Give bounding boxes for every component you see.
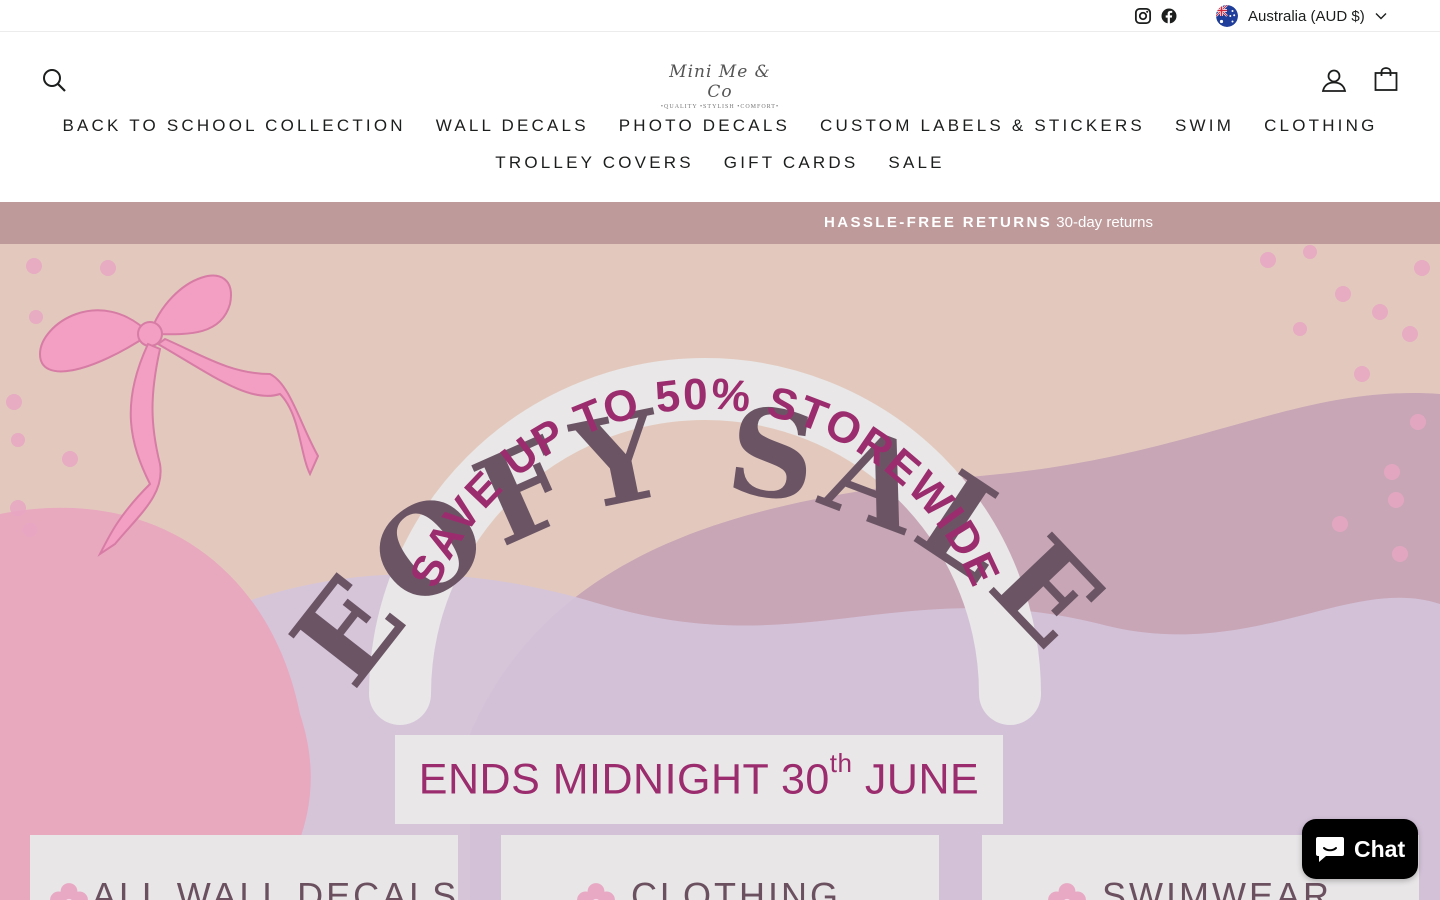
site-logo[interactable]: Mini Me & Co •QUALITY •STYLISH •COMFORT• bbox=[656, 62, 784, 110]
nav-item-swim[interactable]: SWIM bbox=[1160, 116, 1249, 136]
instagram-icon[interactable] bbox=[1134, 7, 1152, 25]
sale-end-text: ENDS MIDNIGHT 30th JUNE bbox=[418, 748, 980, 804]
facebook-icon[interactable] bbox=[1160, 7, 1178, 25]
category-card-wall-decals[interactable]: ALL WALL DECALS bbox=[30, 835, 458, 900]
logo-tagline: •QUALITY •STYLISH •COMFORT• bbox=[660, 104, 780, 110]
bag-icon[interactable] bbox=[1373, 66, 1399, 92]
chat-label: Chat bbox=[1354, 835, 1406, 862]
chevron-down-icon bbox=[1375, 13, 1387, 20]
user-icon[interactable] bbox=[1321, 67, 1347, 93]
flower-icon bbox=[577, 883, 615, 900]
chat-bubble-icon bbox=[1316, 837, 1344, 862]
chat-button[interactable]: Chat bbox=[1302, 819, 1418, 879]
flower-icon bbox=[1048, 883, 1086, 900]
category-card-label: CLOTHING bbox=[631, 875, 842, 900]
sale-end-box: ENDS MIDNIGHT 30th JUNE bbox=[395, 735, 1003, 824]
hero-banner[interactable]: EOFY SALE SAVE UP TO 50% STOREWIDE ENDS … bbox=[0, 244, 1440, 900]
logo-text: Mini Me & Co bbox=[669, 62, 771, 102]
nav-item-custom-labels[interactable]: CUSTOM LABELS & STICKERS bbox=[805, 116, 1160, 136]
flower-icon bbox=[50, 883, 88, 900]
country-label: Australia (AUD $) bbox=[1248, 7, 1365, 25]
category-card-label: SWIMWEAR bbox=[1102, 875, 1332, 900]
nav-item-back-to-school[interactable]: BACK TO SCHOOL COLLECTION bbox=[47, 116, 420, 136]
country-selector[interactable]: Australia (AUD $) bbox=[1216, 4, 1387, 28]
nav-item-gift-cards[interactable]: GIFT CARDS bbox=[709, 153, 874, 173]
announcement-bold: HASSLE-FREE RETURNS bbox=[824, 214, 1053, 231]
nav-item-photo-decals[interactable]: PHOTO DECALS bbox=[604, 116, 805, 136]
nav-item-trolley-covers[interactable]: TROLLEY COVERS bbox=[480, 153, 708, 173]
nav-item-wall-decals[interactable]: WALL DECALS bbox=[421, 116, 604, 136]
category-card-label: ALL WALL DECALS bbox=[92, 875, 458, 900]
australia-flag-icon bbox=[1216, 5, 1238, 27]
category-card-clothing[interactable]: CLOTHING bbox=[501, 835, 939, 900]
main-nav-row-1: BACK TO SCHOOL COLLECTION WALL DECALS PH… bbox=[0, 116, 1440, 136]
nav-item-sale[interactable]: SALE bbox=[873, 153, 959, 173]
announcement-bar[interactable]: HASSLE-FREE RETURNS 30-day returns bbox=[0, 202, 1440, 244]
social-links bbox=[1134, 7, 1178, 25]
utility-bar: Australia (AUD $) bbox=[0, 0, 1440, 32]
main-nav-row-2: TROLLEY COVERS GIFT CARDS SALE bbox=[0, 153, 1440, 173]
announcement-text: 30-day returns bbox=[1056, 214, 1154, 231]
nav-item-clothing[interactable]: CLOTHING bbox=[1249, 116, 1392, 136]
search-icon[interactable] bbox=[41, 67, 67, 93]
